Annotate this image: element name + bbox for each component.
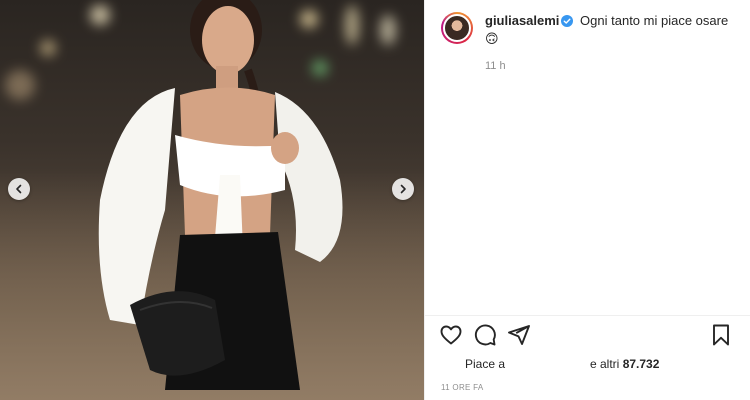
action-divider	[425, 315, 750, 316]
carousel-next-button[interactable]	[392, 178, 414, 200]
share-button[interactable]	[507, 323, 531, 352]
save-button[interactable]	[709, 323, 733, 352]
post-container: giuliasalemi Ogni tanto mi piace osare 🙃…	[0, 0, 750, 400]
post-media[interactable]	[0, 0, 424, 400]
like-button[interactable]	[439, 323, 463, 352]
comment-icon	[474, 324, 496, 346]
caption-text: Ogni tanto mi piace osare	[580, 13, 729, 28]
carousel-prev-button[interactable]	[8, 178, 30, 200]
caption-row: giuliasalemi Ogni tanto mi piace osare 🙃	[441, 12, 741, 48]
likes-count: 87.732	[622, 357, 660, 371]
bookmark-icon	[713, 324, 729, 346]
verified-badge-icon	[561, 15, 574, 27]
chevron-right-icon	[400, 184, 406, 194]
author-username[interactable]: giuliasalemi	[485, 13, 559, 28]
photo-subject	[98, 0, 343, 390]
caption: giuliasalemi Ogni tanto mi piace osare 🙃	[485, 12, 735, 48]
caption-emoji: 🙃	[485, 31, 499, 46]
likes-prefix: Piace a	[465, 357, 506, 371]
likes-summary[interactable]: e altri 87.732	[590, 357, 659, 371]
heart-icon	[440, 325, 462, 345]
post-time-ago[interactable]: 11 h	[485, 60, 506, 72]
share-icon	[508, 325, 530, 345]
author-avatar[interactable]	[441, 12, 473, 44]
comment-button[interactable]	[473, 323, 497, 352]
post-sidebar: giuliasalemi Ogni tanto mi piace osare 🙃…	[424, 0, 750, 400]
chevron-left-icon	[16, 184, 22, 194]
action-bar	[439, 323, 739, 351]
likes-suffix-text: e altri	[590, 357, 620, 371]
post-date[interactable]: 11 ORE FA	[441, 383, 484, 392]
avatar-photo	[443, 14, 471, 42]
